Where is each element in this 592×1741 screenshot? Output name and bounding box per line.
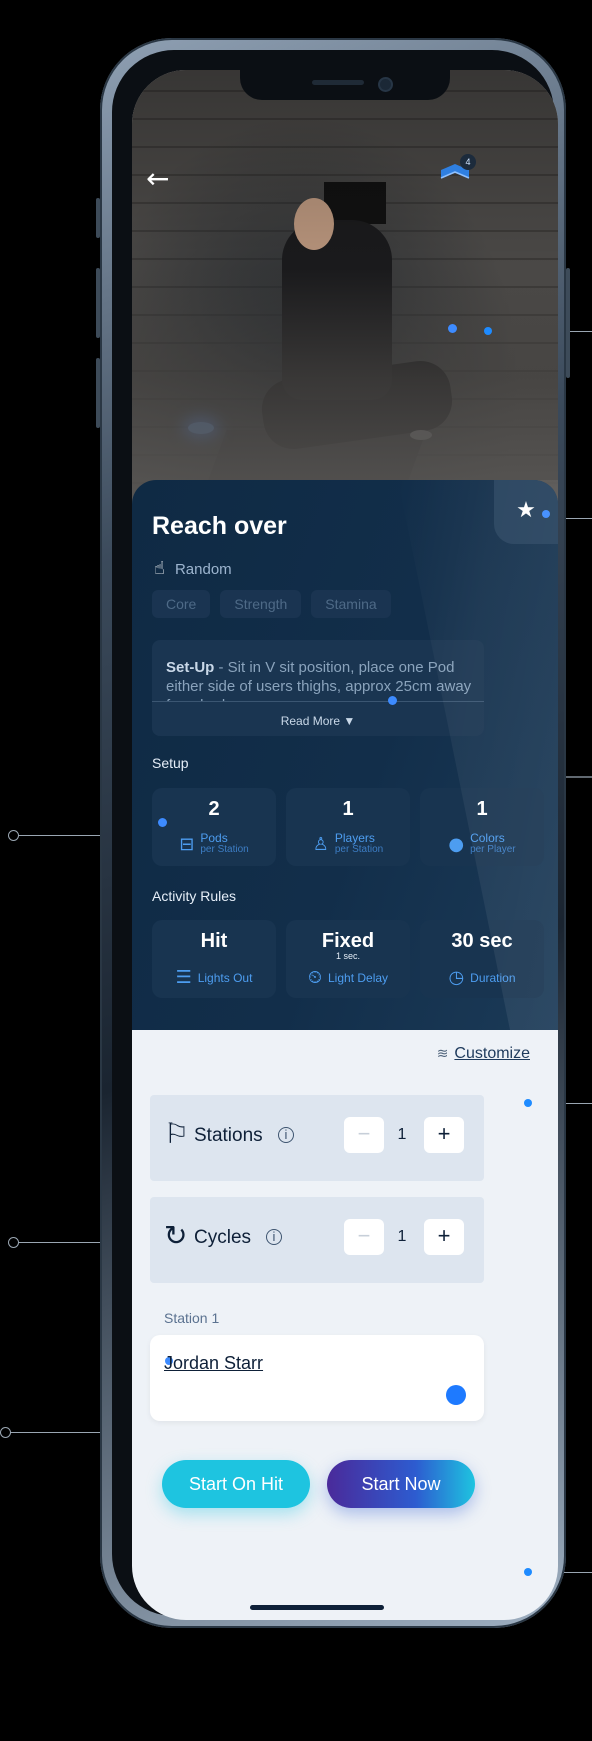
cycle-icon: ↻ xyxy=(164,1219,188,1252)
tag: Stamina xyxy=(311,590,391,618)
mode-row: ☝ Random xyxy=(154,558,232,579)
favorite-button[interactable]: ★ xyxy=(494,480,558,544)
setup-heading: Setup xyxy=(152,755,189,771)
start-now-button[interactable]: Start Now xyxy=(327,1460,475,1508)
cycles-increment-button[interactable]: + xyxy=(424,1219,464,1255)
mode-label: Random xyxy=(174,561,232,578)
light-delay-icon: ⏲ xyxy=(307,967,322,988)
rule-light-delay: Fixed 1 sec. ⏲ Light Delay xyxy=(286,920,410,998)
stat-colors: 1 ● Colors per Player xyxy=(420,788,544,866)
info-icon[interactable]: i xyxy=(266,1229,282,1245)
stations-value: 1 xyxy=(397,1126,407,1143)
stations-label: Stations xyxy=(194,1125,263,1146)
player-card[interactable]: Jordan Starr xyxy=(150,1335,484,1421)
stations-stepper: ⚐ Stations i − 1 + xyxy=(150,1095,484,1181)
pods-icon: ⊟ xyxy=(179,833,195,855)
lights-out-icon: ☰ xyxy=(175,967,192,988)
rule-lights-out: Hit ☰ Lights Out xyxy=(152,920,276,998)
phone-frame: ← 4 ★ Reach over ☝ Random Core Strength … xyxy=(96,38,570,1628)
notch xyxy=(240,70,450,100)
player-icon: ♙ xyxy=(312,833,329,855)
stations-increment-button[interactable]: + xyxy=(424,1117,464,1153)
pods-connected-badge[interactable]: 4 xyxy=(438,154,476,188)
start-on-hit-button[interactable]: Start On Hit xyxy=(162,1460,310,1508)
app-screen: ← 4 ★ Reach over ☝ Random Core Strength … xyxy=(132,70,558,1620)
cycles-stepper: ↻ Cycles i − 1 + xyxy=(150,1197,484,1283)
exercise-card: ★ Reach over ☝ Random Core Strength Stami… xyxy=(132,480,558,1030)
stat-pods: 2 ⊟ Pods per Station xyxy=(152,788,276,866)
timer-icon: ◷ xyxy=(448,967,465,988)
pods-count: 4 xyxy=(460,154,476,170)
callout-dot xyxy=(524,1099,532,1107)
flag-icon: ⚐ xyxy=(164,1117,190,1150)
home-indicator xyxy=(250,1605,384,1610)
setup-stats: 2 ⊟ Pods per Station 1 ♙ Players per Station… xyxy=(152,788,544,866)
drop-icon: ● xyxy=(448,833,465,855)
stations-decrement-button[interactable]: − xyxy=(344,1117,384,1153)
cycles-value: 1 xyxy=(397,1228,407,1245)
tag-list: Core Strength Stamina xyxy=(152,590,391,618)
read-more-button[interactable]: Read More ▼ xyxy=(152,714,484,728)
player-name[interactable]: Jordan Starr xyxy=(164,1353,263,1374)
back-arrow-icon[interactable]: ← xyxy=(146,165,169,193)
cycles-label: Cycles xyxy=(194,1227,252,1248)
tag: Core xyxy=(152,590,211,618)
sliders-icon: ≋ xyxy=(436,1045,449,1061)
exercise-title: Reach over xyxy=(152,512,287,540)
stat-players: 1 ♙ Players per Station xyxy=(286,788,410,866)
callout-dot xyxy=(484,327,492,335)
info-icon[interactable]: i xyxy=(278,1127,294,1143)
exercise-video[interactable]: ← 4 xyxy=(132,70,558,510)
description-box: Set-Up - Sit in V sit position, place on… xyxy=(152,640,484,736)
pointer-hand-icon: ☝ xyxy=(154,558,165,579)
activity-rules: Hit ☰ Lights Out Fixed 1 sec. ⏲ Light Delay… xyxy=(152,920,544,998)
rule-duration: 30 sec ◷ Duration xyxy=(420,920,544,998)
station-1-label: Station 1 xyxy=(164,1310,220,1326)
tag: Strength xyxy=(220,590,302,618)
cycles-decrement-button[interactable]: − xyxy=(344,1219,384,1255)
callout-dot xyxy=(524,1568,532,1576)
star-icon: ★ xyxy=(516,498,536,523)
customize-link[interactable]: ≋ Customize xyxy=(437,1045,530,1063)
activity-rules-heading: Activity Rules xyxy=(152,888,237,904)
player-color-swatch[interactable] xyxy=(446,1385,466,1405)
